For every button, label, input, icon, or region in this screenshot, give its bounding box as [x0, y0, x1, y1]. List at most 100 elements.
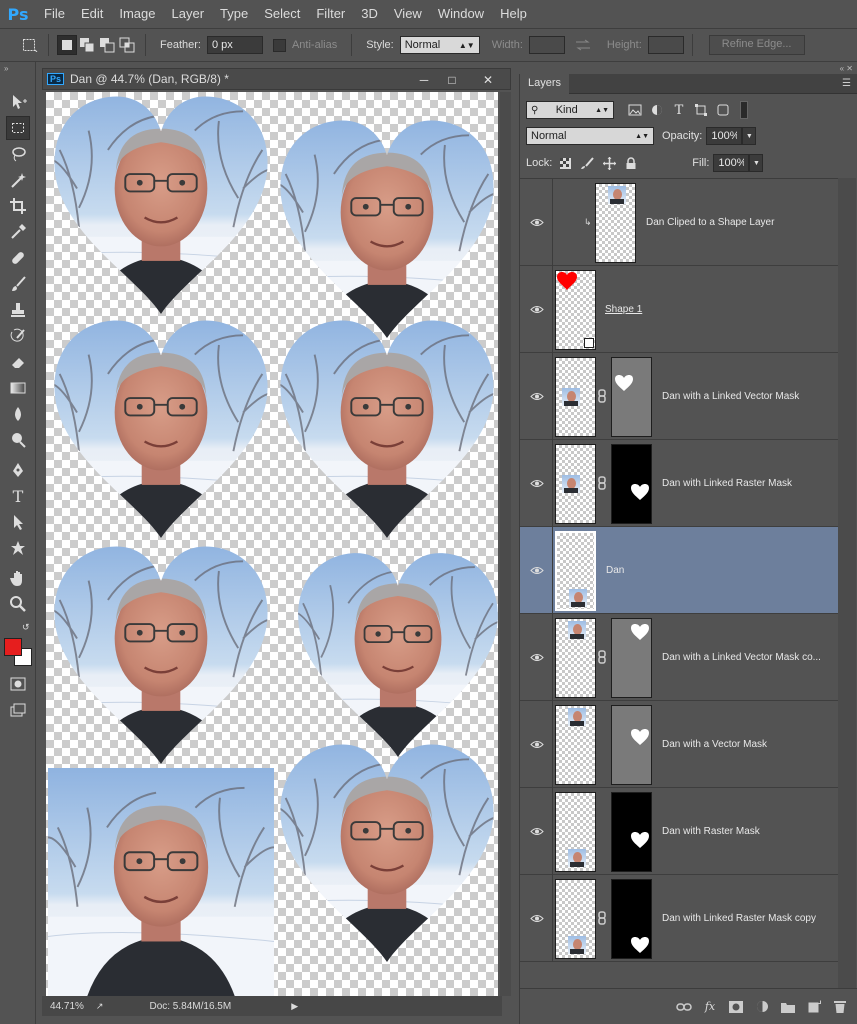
layer-row[interactable]: Dan with Linked Raster Mask [520, 440, 838, 527]
vector-mask-thumbnail[interactable] [611, 357, 652, 437]
vector-mask-thumbnail[interactable] [611, 705, 652, 785]
intersect-selection-icon[interactable] [117, 35, 137, 55]
menu-help[interactable]: Help [492, 0, 535, 28]
menu-edit[interactable]: Edit [73, 0, 111, 28]
zoom-level[interactable]: 44.71% [50, 1001, 84, 1012]
mask-link-icon[interactable] [597, 650, 607, 664]
menu-type[interactable]: Type [212, 0, 256, 28]
foreground-color-swatch[interactable] [4, 638, 22, 656]
new-group-icon[interactable] [780, 999, 796, 1015]
maximize-icon[interactable]: □ [439, 71, 465, 89]
layer-row[interactable]: Dan with a Vector Mask [520, 701, 838, 788]
custom-shape-tool-icon[interactable] [6, 536, 30, 560]
layer-name[interactable]: Dan with a Linked Vector Mask [662, 391, 799, 402]
dodge-tool-icon[interactable] [6, 428, 30, 452]
visibility-eye-icon[interactable] [528, 474, 546, 492]
vertical-scrollbar[interactable] [500, 92, 511, 996]
zoom-tool-icon[interactable] [6, 592, 30, 616]
add-to-selection-icon[interactable] [77, 35, 97, 55]
lock-position-icon[interactable] [600, 154, 618, 172]
layers-scrollbar[interactable] [838, 178, 856, 988]
document-tab[interactable]: Ps Dan @ 44.7% (Dan, RGB/8) * ─ □ ✕ [42, 68, 511, 90]
blend-mode-select[interactable]: Normal ▲▼ [526, 127, 654, 145]
layer-name[interactable]: Dan [606, 565, 624, 576]
layer-name[interactable]: Dan Cliped to a Shape Layer [646, 217, 774, 228]
status-arrow-icon[interactable]: ▶ [291, 1001, 298, 1012]
move-tool-icon[interactable] [6, 90, 30, 114]
marquee-tool-preset-icon[interactable] [20, 35, 40, 55]
lock-transparent-icon[interactable] [556, 154, 574, 172]
menu-window[interactable]: Window [430, 0, 492, 28]
layer-row[interactable]: Dan with Raster Mask [520, 788, 838, 875]
lock-all-icon[interactable] [622, 154, 640, 172]
swap-dimensions-icon[interactable] [573, 35, 593, 55]
layer-name[interactable]: Shape 1 [605, 304, 642, 315]
swap-colors-icon[interactable]: ↺ [22, 622, 30, 633]
visibility-eye-icon[interactable] [528, 213, 546, 231]
hand-tool-icon[interactable] [6, 566, 30, 590]
lasso-tool-icon[interactable] [6, 142, 30, 166]
menu-select[interactable]: Select [256, 0, 308, 28]
add-mask-icon[interactable] [728, 999, 744, 1015]
healing-brush-tool-icon[interactable] [6, 246, 30, 270]
layer-row[interactable]: Dan [520, 527, 838, 614]
screen-mode-icon[interactable] [6, 698, 30, 722]
layer-row[interactable]: Shape 1 [520, 266, 838, 353]
rectangular-marquee-tool-icon[interactable] [6, 116, 30, 140]
layer-name[interactable]: Dan with Linked Raster Mask copy [662, 913, 816, 924]
gradient-tool-icon[interactable] [6, 376, 30, 400]
filter-kind-select[interactable]: ⚲ Kind ▲▼ [526, 101, 614, 119]
filter-adjustment-icon[interactable] [648, 101, 666, 119]
export-icon[interactable]: ↗ [96, 1001, 104, 1012]
delete-layer-icon[interactable] [832, 999, 848, 1015]
collapse-icon[interactable]: » [4, 64, 8, 73]
layer-name[interactable]: Dan with a Vector Mask [662, 739, 767, 750]
canvas[interactable] [46, 92, 498, 996]
mask-link-icon[interactable] [597, 389, 607, 403]
height-input[interactable] [647, 36, 684, 54]
mask-link-icon[interactable] [597, 476, 607, 490]
menu-3d[interactable]: 3D [353, 0, 386, 28]
path-selection-tool-icon[interactable] [6, 510, 30, 534]
visibility-eye-icon[interactable] [528, 387, 546, 405]
minimize-icon[interactable]: ─ [411, 71, 437, 89]
visibility-eye-icon[interactable] [528, 822, 546, 840]
visibility-eye-icon[interactable] [528, 648, 546, 666]
raster-mask-thumbnail[interactable] [611, 444, 652, 524]
opacity-dropdown-icon[interactable]: ▼ [742, 127, 757, 145]
layer-row[interactable]: Dan with a Linked Vector Mask co... [520, 614, 838, 701]
visibility-eye-icon[interactable] [528, 909, 546, 927]
quick-mask-icon[interactable] [6, 672, 30, 696]
width-input[interactable] [528, 36, 565, 54]
eraser-tool-icon[interactable] [6, 350, 30, 374]
close-icon[interactable]: ✕ [475, 71, 501, 89]
filter-shape-icon[interactable] [692, 101, 710, 119]
pen-tool-icon[interactable] [6, 458, 30, 482]
layers-tab[interactable]: Layers [520, 73, 570, 94]
menu-view[interactable]: View [386, 0, 430, 28]
link-layers-icon[interactable] [676, 999, 692, 1015]
opacity-input[interactable] [706, 127, 743, 145]
filter-type-icon[interactable]: T [670, 101, 688, 119]
raster-mask-thumbnail[interactable] [611, 879, 652, 959]
menu-filter[interactable]: Filter [308, 0, 353, 28]
adjustment-layer-icon[interactable] [754, 999, 770, 1015]
feather-input[interactable] [206, 36, 263, 54]
subtract-from-selection-icon[interactable] [97, 35, 117, 55]
menu-image[interactable]: Image [111, 0, 163, 28]
layer-row[interactable]: ↳ Dan Cliped to a Shape Layer [520, 179, 838, 266]
new-selection-icon[interactable] [57, 35, 77, 55]
vector-mask-thumbnail[interactable] [611, 618, 652, 698]
eyedropper-tool-icon[interactable] [6, 220, 30, 244]
panel-collapse-icon[interactable]: « ✕ [840, 64, 853, 73]
fill-dropdown-icon[interactable]: ▼ [749, 154, 764, 172]
new-layer-icon[interactable] [806, 999, 822, 1015]
visibility-eye-icon[interactable] [528, 300, 546, 318]
type-tool-icon[interactable]: T [6, 484, 30, 508]
filter-smart-object-icon[interactable] [714, 101, 732, 119]
layer-name[interactable]: Dan with a Linked Vector Mask co... [662, 652, 821, 663]
style-select[interactable]: Normal ▲▼ [399, 36, 480, 54]
fill-input[interactable] [713, 154, 750, 172]
raster-mask-thumbnail[interactable] [611, 792, 652, 872]
magic-wand-tool-icon[interactable] [6, 168, 30, 192]
